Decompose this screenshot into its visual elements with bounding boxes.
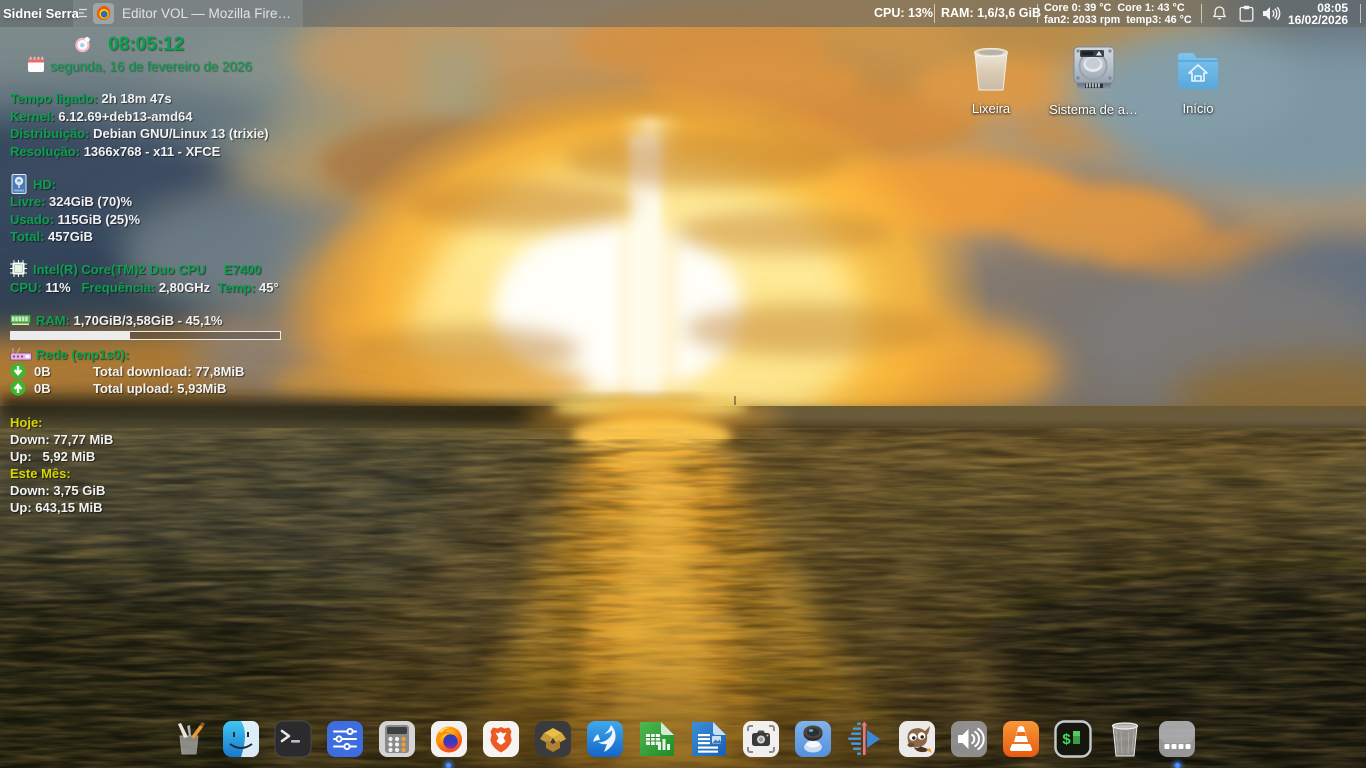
svg-text:$: $ [1062,732,1071,749]
